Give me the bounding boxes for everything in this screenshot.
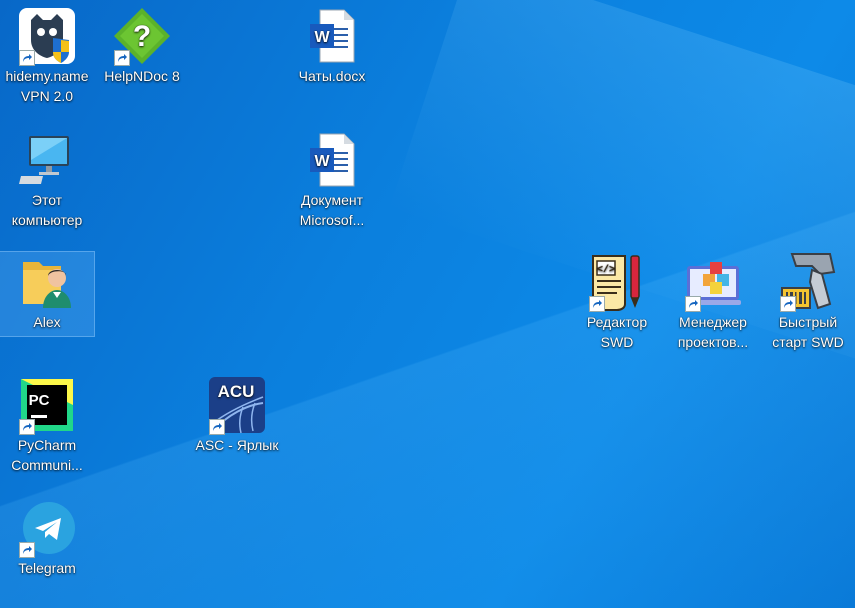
word-document-icon: W — [310, 9, 355, 63]
desktop-icon-telegram[interactable]: Telegram — [0, 498, 94, 578]
desktop-icon-label: ASC - Ярлык — [195, 437, 279, 453]
desktop-icon-swd-editor[interactable]: </> Редактор SWD — [570, 252, 664, 352]
desktop-icon-label: Документ Microsof... — [299, 192, 365, 228]
desktop-icon-hidemy-vpn[interactable]: hidemy.name VPN 2.0 — [0, 6, 94, 106]
desktop-icon-asc[interactable]: ACU ASC - Ярлык — [190, 375, 284, 455]
desktop-icon-label: Быстрый старт SWD — [772, 314, 844, 350]
desktop-icon-label: Telegram — [18, 560, 76, 576]
desktop-icon-project-manager[interactable]: Менеджер проектов... — [666, 252, 760, 352]
desktop-icon-label: hidemy.name VPN 2.0 — [5, 68, 89, 104]
desktop-icon-pycharm[interactable]: PC PyCharm Communi... — [0, 375, 94, 475]
desktop-icon-label: Менеджер проектов... — [677, 314, 749, 350]
shortcut-arrow-icon — [19, 542, 35, 558]
desktop-icon-word-document[interactable]: W Документ Microsof... — [285, 130, 379, 230]
shortcut-arrow-icon — [589, 296, 605, 312]
desktop-icon-label: Этот компьютер — [11, 192, 83, 228]
desktop-icon-helpndoc[interactable]: ? HelpNDoc 8 — [95, 6, 189, 86]
desktop-icon-this-pc[interactable]: Этот компьютер — [0, 130, 94, 230]
shortcut-arrow-icon — [780, 296, 796, 312]
shortcut-arrow-icon — [209, 419, 225, 435]
desktop[interactable]: hidemy.name VPN 2.0 ? HelpNDoc 8 W Чаты.… — [0, 0, 855, 608]
user-folder-icon — [23, 262, 71, 308]
shortcut-arrow-icon — [19, 419, 35, 435]
svg-text:?: ? — [133, 20, 151, 53]
svg-text:</>: </> — [597, 264, 615, 276]
computer-icon — [19, 136, 69, 184]
shortcut-arrow-icon — [685, 296, 701, 312]
desktop-icon-swd-quick-start[interactable]: Быстрый старт SWD — [761, 252, 855, 352]
desktop-icon-chats-docx[interactable]: W Чаты.docx — [285, 6, 379, 86]
word-document-icon: W — [310, 133, 355, 187]
desktop-icon-label: HelpNDoc 8 — [104, 68, 180, 84]
desktop-icon-label: PyCharm Communi... — [11, 437, 83, 473]
desktop-icon-label: Редактор SWD — [586, 314, 648, 350]
svg-text:PC: PC — [29, 392, 50, 409]
desktop-icon-alex[interactable]: Alex — [0, 251, 95, 337]
svg-text:W: W — [314, 29, 330, 46]
desktop-icon-label: Alex — [33, 314, 61, 330]
svg-text:ACU: ACU — [218, 382, 255, 401]
desktop-icon-label: Чаты.docx — [298, 68, 366, 84]
shortcut-arrow-icon — [19, 50, 35, 66]
svg-text:W: W — [314, 153, 330, 170]
shortcut-arrow-icon — [114, 50, 130, 66]
